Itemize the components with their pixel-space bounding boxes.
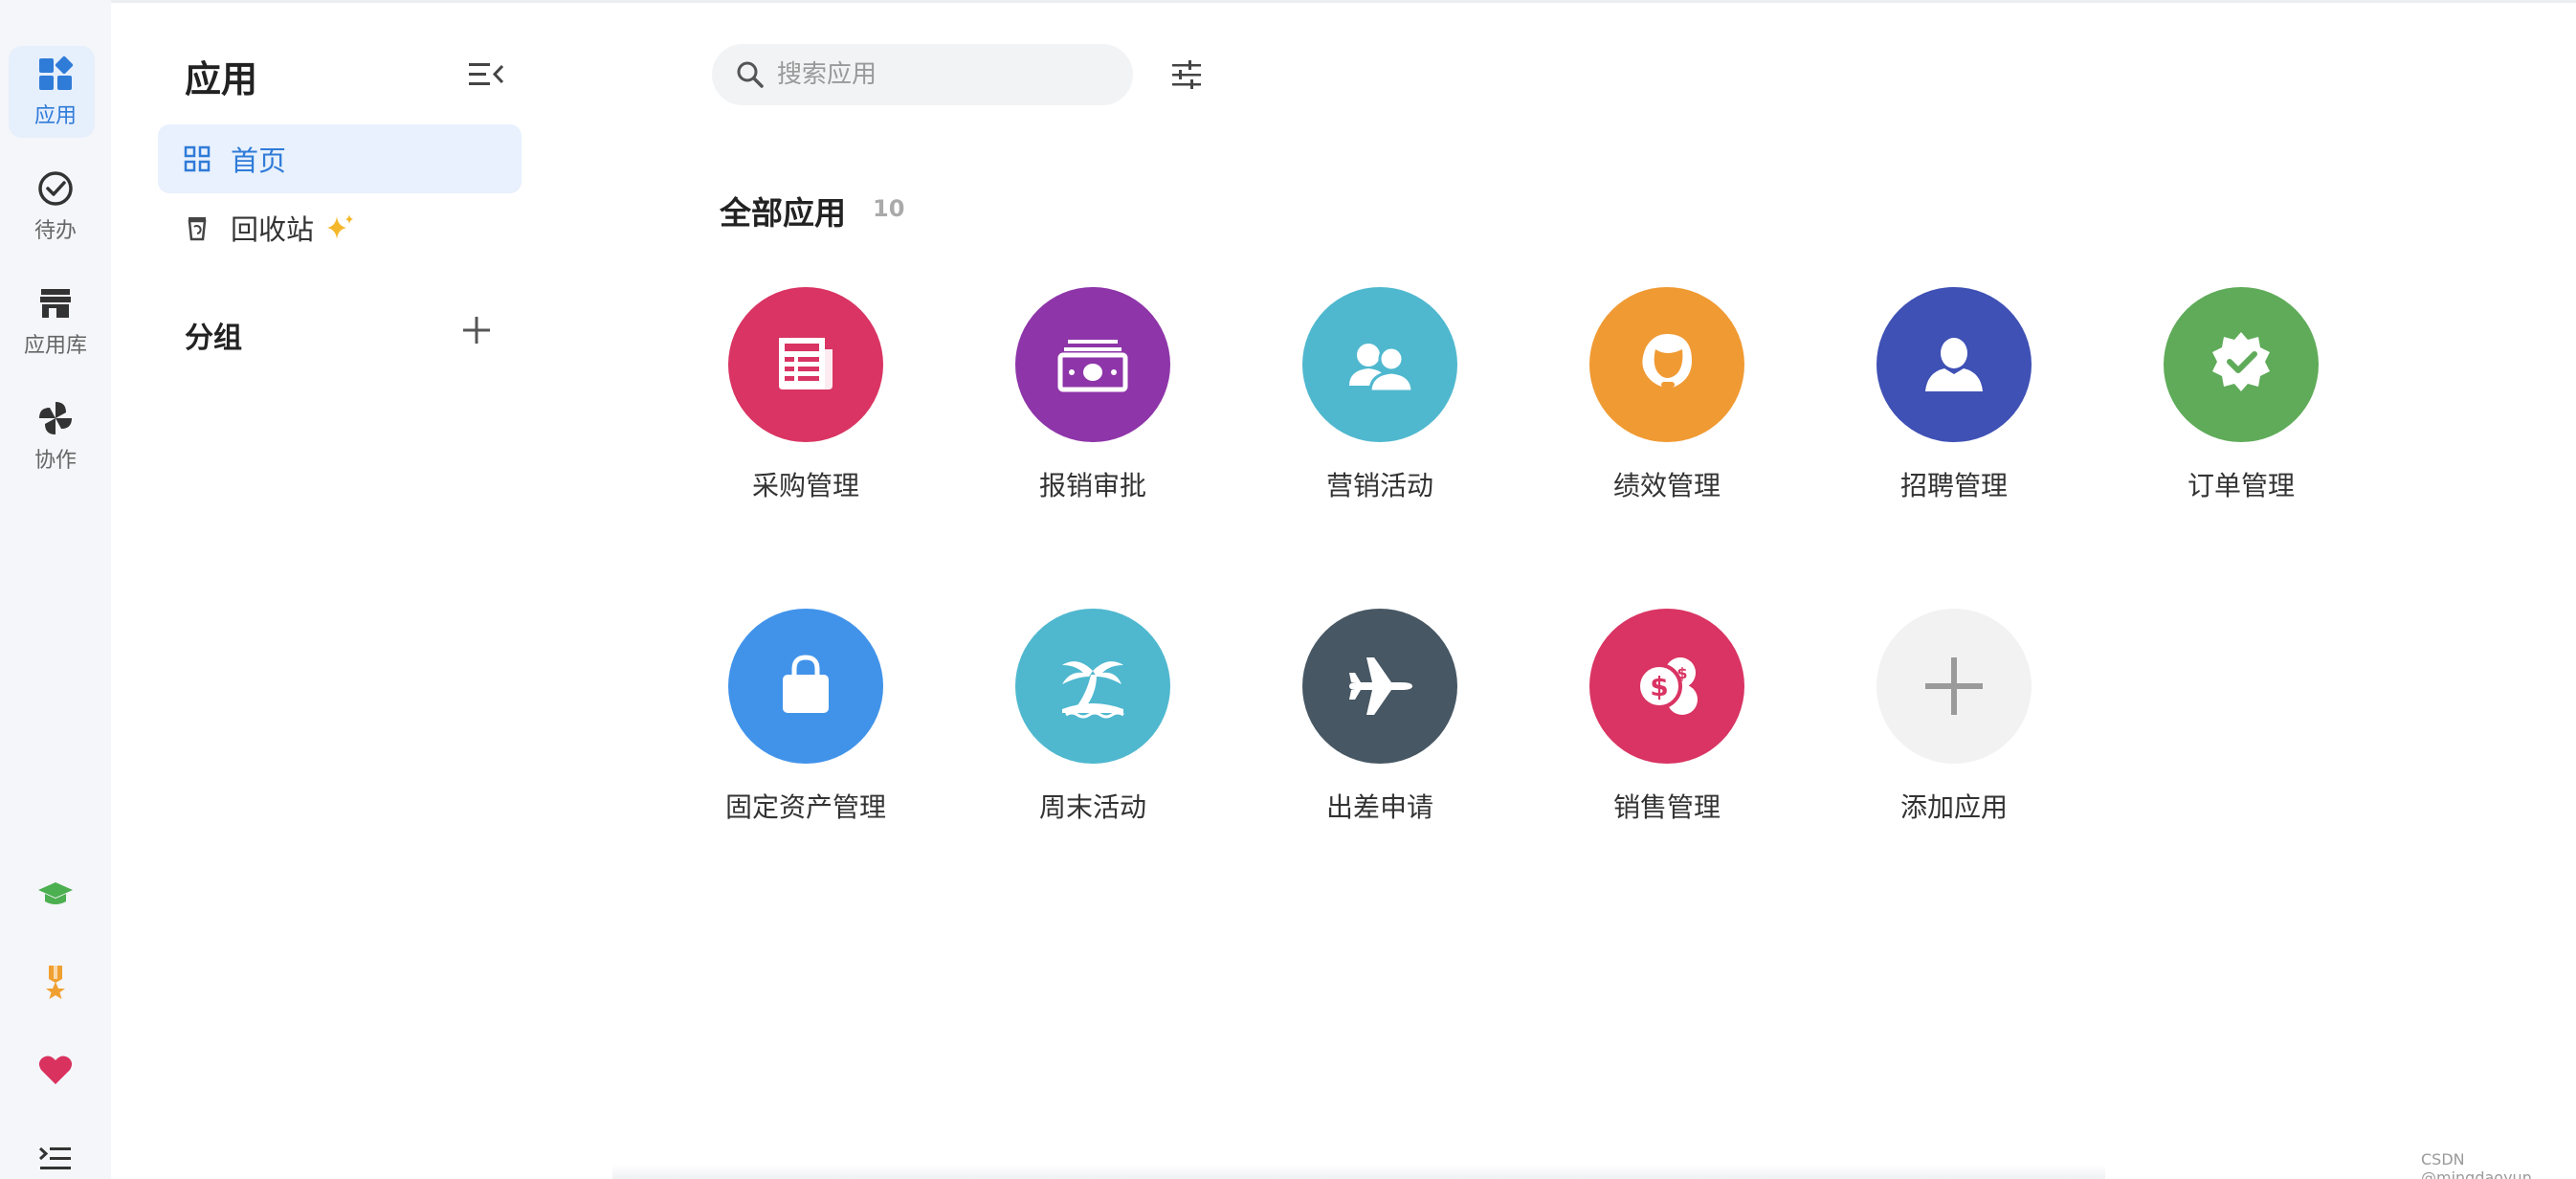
group-title: 分组 (185, 322, 242, 355)
app-icon-circle: $ $ (1589, 609, 1744, 764)
app-label: 添加应用 (1899, 791, 2008, 823)
rail-label-collab: 协作 (33, 449, 77, 473)
app-icon-circle (1876, 609, 2032, 764)
collapse-menu-icon[interactable] (467, 57, 505, 92)
users-group-icon (1349, 344, 1414, 393)
check-circle-icon (38, 171, 73, 206)
app-tile[interactable]: 绩效管理 (1552, 287, 1782, 513)
svg-text:$: $ (1650, 671, 1668, 702)
nav-item-home[interactable]: 首页 (158, 124, 522, 193)
section-title: 全部应用 (720, 194, 846, 232)
apps-grid-icon (39, 56, 74, 90)
app-tile[interactable]: 周末活动 (978, 609, 1208, 834)
rail-label-app-library: 应用库 (23, 334, 87, 358)
rail-favorite-button[interactable] (0, 1041, 111, 1099)
app-label: 报销审批 (1038, 470, 1146, 501)
headset-agent-icon (1642, 334, 1692, 388)
rail-item-collab[interactable]: 协作 (0, 390, 111, 482)
app-tile[interactable]: 订单管理 (2126, 287, 2356, 513)
app-label: 绩效管理 (1612, 470, 1721, 501)
app-label: 招聘管理 (1899, 470, 2008, 501)
app-tile[interactable]: 报销审批 (978, 287, 1208, 513)
app-label: 出差申请 (1325, 791, 1433, 823)
rail-label-todo: 待办 (33, 219, 77, 243)
svg-text:$: $ (1677, 664, 1687, 682)
app-icon-circle (1015, 287, 1170, 442)
nav-item-recycle-bin-label: 回收站 (231, 213, 315, 246)
app-icon-circle (728, 287, 883, 442)
app-label: 销售管理 (1612, 791, 1721, 823)
trash-icon (188, 217, 207, 241)
graduation-cap-icon (38, 882, 73, 904)
pinwheel-icon (39, 402, 72, 434)
app-tile[interactable]: 营销活动 (1265, 287, 1495, 513)
nav-item-recycle-bin[interactable]: 回收站 (158, 193, 522, 262)
plus-icon (1925, 657, 1983, 715)
app-label: 采购管理 (751, 470, 859, 501)
rail-item-app-library[interactable]: 应用库 (0, 276, 111, 367)
rail-learning-button[interactable] (0, 865, 111, 923)
app-icon-circle (1302, 287, 1457, 442)
left-rail: 应用 待办 应用库 协作 (0, 0, 111, 1179)
app-icon-circle (1589, 287, 1744, 442)
medal-icon (46, 966, 65, 999)
rail-label-apps: 应用 (33, 104, 77, 128)
rail-expand-button[interactable] (0, 1129, 111, 1179)
app-icon-circle (728, 609, 883, 764)
app-icon-circle (1302, 609, 1457, 764)
verified-badge-icon (2212, 332, 2270, 391)
palm-tree-icon (1062, 661, 1124, 719)
app-label: 营销活动 (1325, 470, 1433, 501)
app-tile[interactable]: 出差申请 (1265, 609, 1495, 834)
expand-menu-icon (38, 1146, 71, 1169)
sparkle-icon (327, 214, 354, 239)
app-tile[interactable]: 招聘管理 (1839, 287, 2069, 513)
user-icon (1925, 338, 1983, 391)
bag-icon (783, 655, 829, 713)
app-count: 10 (873, 195, 905, 222)
bottom-shade (612, 1164, 2105, 1179)
app-icon-circle (1015, 609, 1170, 764)
airplane-icon (1349, 657, 1412, 715)
watermark: CSDN @mingdaoyun (2421, 1150, 2532, 1179)
app-tile[interactable]: $ $ 销售管理 (1552, 609, 1782, 834)
app-tile[interactable]: 采购管理 (691, 287, 921, 513)
app-icon-circle (1876, 287, 2032, 442)
app-label: 订单管理 (2187, 470, 2295, 501)
filter-settings-icon[interactable] (1169, 57, 1204, 92)
app-tile[interactable]: 固定资产管理 (691, 609, 921, 834)
rail-medal-button[interactable] (0, 953, 111, 1011)
heart-icon (38, 1056, 73, 1084)
top-border (0, 0, 2576, 3)
add-group-icon[interactable] (459, 313, 494, 347)
store-icon (40, 289, 71, 318)
app-label: 周末活动 (1038, 791, 1146, 823)
rail-item-apps[interactable]: 应用 (0, 46, 111, 138)
newspaper-icon (779, 338, 833, 389)
rail-item-todo[interactable]: 待办 (0, 161, 111, 253)
nav-title: 应用 (185, 58, 258, 100)
add-app-button[interactable]: 添加应用 (1839, 609, 2069, 834)
grid-icon (184, 145, 211, 172)
search-icon (737, 61, 764, 88)
coins-icon: $ $ (1636, 657, 1698, 715)
app-label: 固定资产管理 (724, 791, 886, 823)
search-input[interactable] (777, 60, 1102, 89)
nav-item-home-label: 首页 (231, 145, 287, 177)
money-stack-icon (1057, 340, 1128, 392)
app-icon-circle (2164, 287, 2319, 442)
search-box[interactable] (712, 44, 1133, 105)
